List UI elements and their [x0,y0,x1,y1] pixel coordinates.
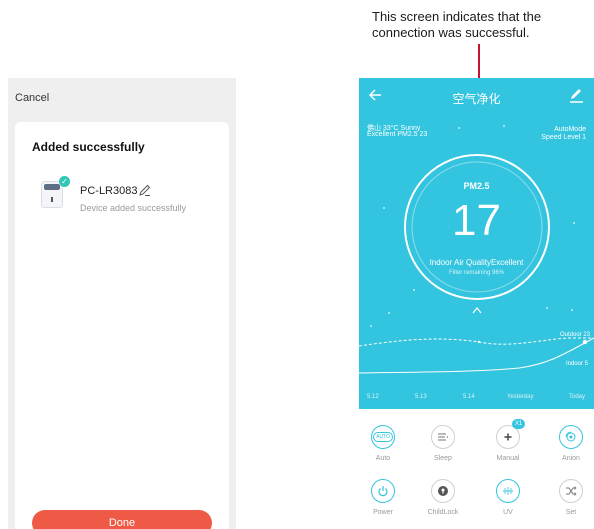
control-label: UV [503,509,513,516]
date-label: Yesterday [507,394,534,400]
date-label: 5.14 [463,394,475,400]
check-icon: ✓ [59,176,70,187]
lock-icon [431,479,455,503]
air-quality-text: Indoor Air QualityExcellent [429,258,524,267]
device-added-screen: Cancel Added successfully ✓ PC-LR3083 De… [8,78,236,529]
current-value-dot [582,339,588,345]
outdoor-pm-summary: Excellent PM2.5 23 [367,131,428,138]
purifier-control-screen: 空气净化 佛山 33°C Sunny Excellent PM2.5 23 Au… [359,78,594,529]
card-title: Added successfully [32,140,145,154]
auto-button[interactable]: AUTO Auto [363,425,403,462]
cancel-link[interactable]: Cancel [15,92,49,104]
set-button[interactable]: Set [551,479,591,516]
edit-icon[interactable] [568,87,584,103]
power-button[interactable]: Power [363,479,403,516]
pm-value: 17 [452,196,501,245]
date-label: 5.13 [415,394,427,400]
device-name: PC-LR3083 [80,185,138,197]
air-trend-chart [359,337,594,374]
indoor-series-label: Indoor 5 [565,361,588,367]
speed-status: Speed Level 1 [541,134,586,141]
filter-remaining-text: Filter remaining 96% [448,270,505,276]
uv-icon [496,479,520,503]
control-label: Auto [375,455,391,462]
auto-icon: AUTO [371,425,395,449]
added-card: Added successfully ✓ PC-LR3083 Device ad… [15,122,229,529]
shuffle-icon [559,479,583,503]
control-label: ChildLock [427,509,459,516]
speed-badge: X1 [512,419,525,429]
pencil-icon[interactable] [138,183,152,197]
done-button[interactable]: Done [32,510,212,529]
mode-status: AutoMode [554,126,586,133]
control-label: Set [565,509,577,516]
power-icon [371,479,395,503]
manual-button[interactable]: X1 Manual [488,419,528,462]
chevron-up-icon[interactable] [472,306,482,314]
anion-icon [559,425,583,449]
uv-button[interactable]: UV [488,479,528,516]
date-label: 5.12 [367,394,379,400]
status-panel: 空气净化 佛山 33°C Sunny Excellent PM2.5 23 Au… [359,78,594,409]
control-label: Sleep [434,455,452,462]
fan-icon: X1 [496,419,525,449]
control-label: Power [373,509,393,516]
sleep-icon [431,425,455,449]
outdoor-series-label: Outdoor 23 [559,332,590,338]
pm-label: PM2.5 [463,181,490,191]
device-status-text: Device added successfully [80,203,187,213]
sleep-button[interactable]: Sleep [423,425,463,462]
outdoor-trend-line [359,337,594,347]
indoor-trend-line [359,337,594,374]
screen-title: 空气净化 [452,92,501,106]
date-label: Today [569,394,586,400]
annotation-text: This screen indicates that the connectio… [372,9,542,40]
childlock-button[interactable]: ChildLock [423,479,463,516]
control-label: Manual [496,455,520,462]
anion-button[interactable]: Anion [551,425,591,462]
control-label: Anion [562,455,580,462]
